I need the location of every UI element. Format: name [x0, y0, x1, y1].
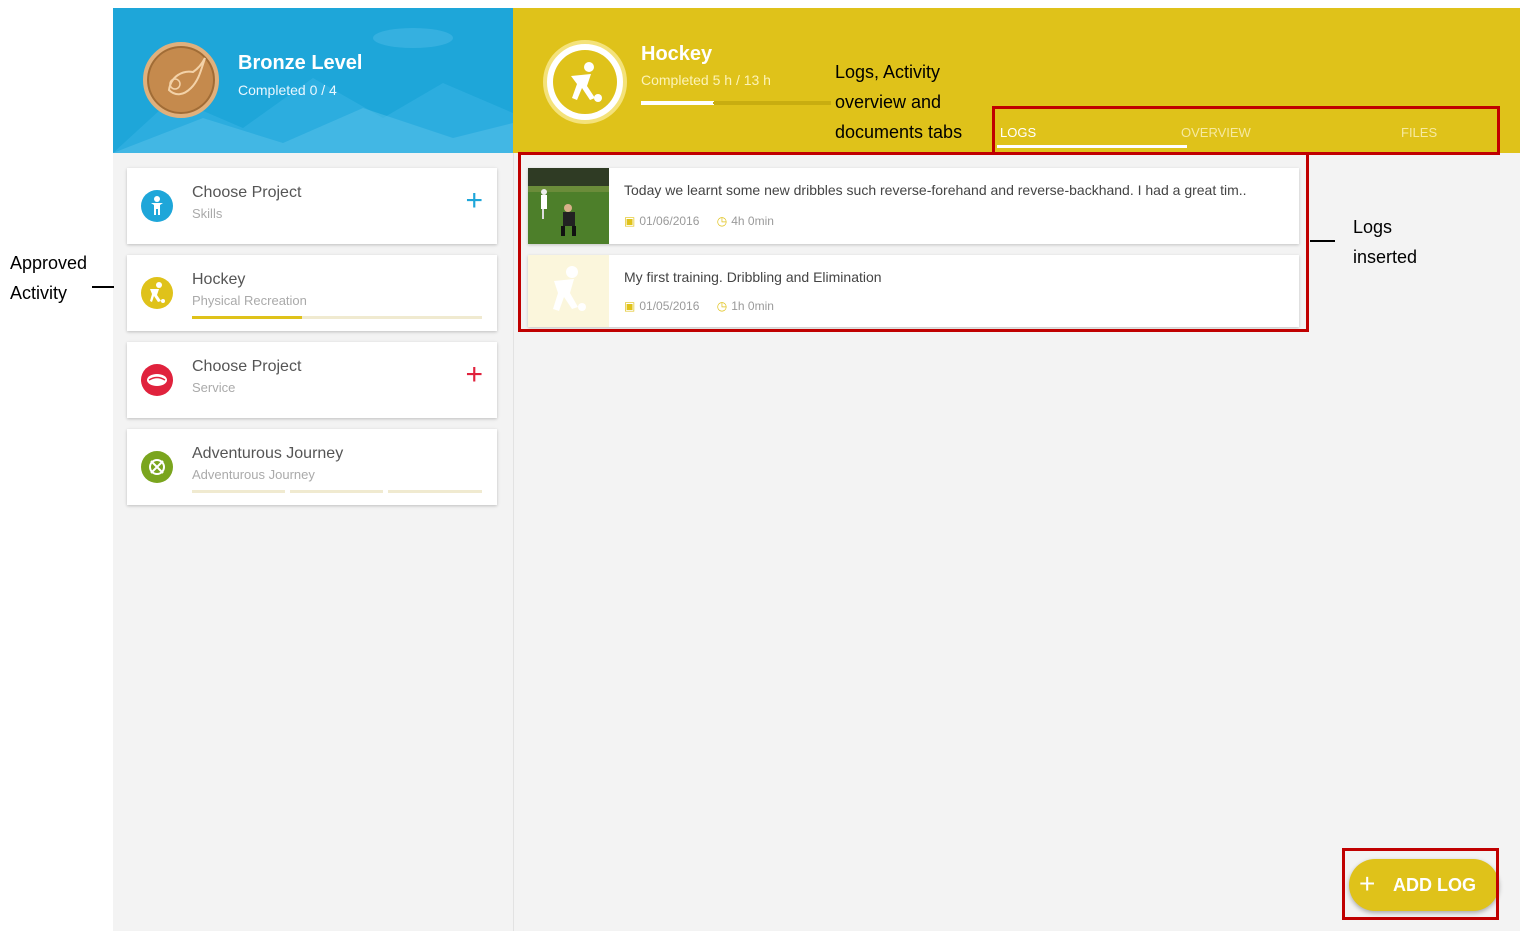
activity-card-adventurous-journey[interactable]: Adventurous Journey Adventurous Journey — [127, 429, 497, 505]
annotation-leader-line — [713, 102, 831, 104]
add-project-icon[interactable]: + — [465, 186, 483, 216]
card-subtitle: Adventurous Journey — [192, 467, 315, 482]
activity-card-hockey[interactable]: Hockey Physical Recreation — [127, 255, 497, 331]
activity-progress-fill — [192, 316, 303, 319]
card-title: Hockey — [192, 271, 246, 288]
activity-progress-fill — [641, 101, 715, 105]
annotation-logs-inserted: Logs inserted — [1353, 217, 1418, 267]
journey-progress-segment — [192, 490, 285, 493]
level-title: Bronze Level — [238, 52, 363, 74]
add-log-annotation-box — [1342, 848, 1499, 920]
card-title: Adventurous Journey — [192, 445, 344, 462]
handshake-icon — [141, 364, 173, 396]
compass-icon — [141, 451, 173, 483]
hockey-player-icon — [553, 50, 617, 114]
hockey-player-icon — [141, 277, 173, 309]
card-subtitle: Skills — [192, 206, 223, 221]
activity-card-service[interactable]: Choose Project Service + — [127, 342, 497, 418]
card-title: Choose Project — [192, 358, 302, 375]
annotation-tabs: Logs, Activity overview and documents ta… — [835, 62, 963, 142]
activity-title: Hockey — [641, 43, 713, 65]
card-subtitle: Service — [192, 380, 236, 395]
card-subtitle: Physical Recreation — [192, 293, 307, 308]
activity-list: Choose Project Skills + Hockey Physical … — [113, 153, 513, 931]
annotation-leader-line — [92, 286, 114, 288]
level-header: Bronze Level Completed 0 / 4 — [113, 8, 513, 153]
logs-annotation-box — [518, 152, 1309, 332]
annotation-approved-activity: Approved Activity — [10, 253, 88, 303]
activity-progress-text: Completed 5 h / 13 h — [641, 72, 771, 88]
journey-progress-segment — [290, 490, 383, 493]
activity-progress-track — [192, 316, 482, 319]
skills-icon — [141, 190, 173, 222]
add-project-icon[interactable]: + — [465, 360, 483, 390]
level-progress: Completed 0 / 4 — [238, 82, 337, 98]
annotation-leader-line — [1310, 240, 1335, 242]
bronze-badge-icon — [143, 42, 219, 118]
tabs-annotation-box — [992, 106, 1500, 155]
activity-card-skills[interactable]: Choose Project Skills + — [127, 168, 497, 244]
journey-progress-segment — [388, 490, 482, 493]
activity-badge — [543, 40, 627, 124]
card-title: Choose Project — [192, 184, 302, 201]
